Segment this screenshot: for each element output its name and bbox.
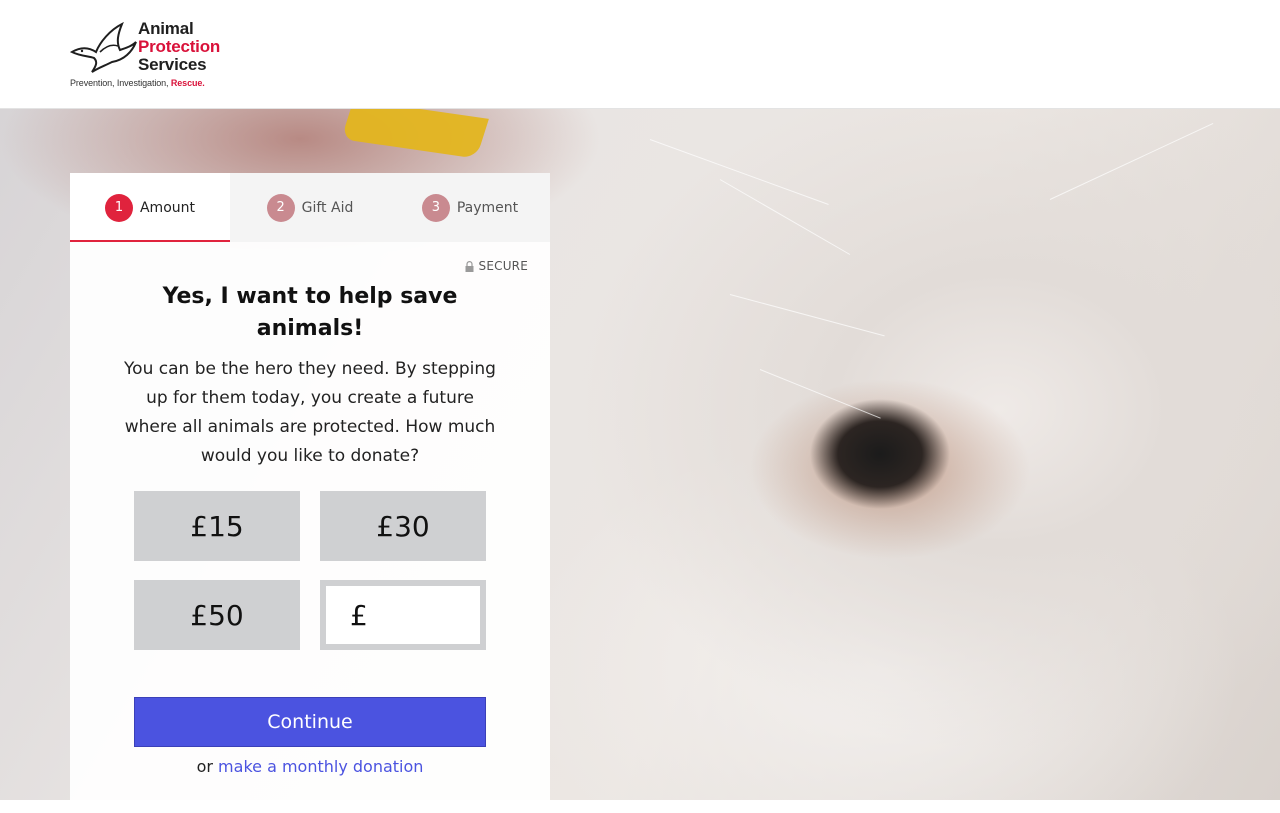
custom-amount-box: £: [326, 586, 480, 644]
step-number: 1: [104, 193, 133, 222]
donation-form-card: 1 Amount 2 Gift Aid 3 Payment SECURE Yes…: [70, 173, 550, 813]
ear-tag: [341, 109, 489, 159]
amount-option-15[interactable]: £15: [134, 491, 300, 561]
whisker: [719, 179, 851, 255]
logo-tagline: Prevention, Investigation, Rescue.: [70, 78, 205, 88]
whisker: [649, 139, 829, 205]
step-number: 3: [421, 193, 450, 222]
monthly-donation-prompt: or make a monthly donation: [70, 757, 550, 776]
step-progress: 1 Amount 2 Gift Aid 3 Payment: [70, 173, 550, 242]
tagline-prefix: Prevention, Investigation,: [70, 78, 171, 88]
tagline-rescue: Rescue.: [170, 78, 205, 88]
step-payment[interactable]: 3 Payment: [390, 173, 550, 242]
amount-option-50[interactable]: £50: [134, 580, 300, 650]
monthly-donation-link[interactable]: make a monthly donation: [218, 757, 423, 776]
secure-indicator: SECURE: [465, 259, 528, 273]
currency-symbol: £: [350, 598, 368, 632]
step-amount[interactable]: 1 Amount: [70, 173, 230, 242]
lock-icon: [465, 260, 474, 272]
logo[interactable]: Animal Protection Services Prevention, I…: [70, 20, 240, 90]
form-description: You can be the hero they need. By steppi…: [124, 359, 496, 466]
logo-line-protection: Protection: [138, 37, 221, 56]
dove-icon: [70, 22, 137, 73]
whisker: [729, 294, 885, 337]
step-label: Payment: [456, 199, 519, 216]
step-gift-aid[interactable]: 2 Gift Aid: [230, 173, 390, 242]
custom-amount-field: £: [320, 580, 486, 650]
step-label: Gift Aid: [301, 199, 354, 216]
whisker: [1049, 122, 1214, 200]
site-header: Animal Protection Services Prevention, I…: [0, 0, 1280, 109]
form-title: Yes, I want to help save animals!: [162, 284, 458, 341]
step-number: 2: [266, 193, 295, 222]
monthly-prefix: or: [196, 757, 213, 776]
custom-amount-input[interactable]: [376, 586, 476, 644]
step-label: Amount: [139, 199, 195, 216]
whisker: [759, 369, 881, 419]
logo-line-animal: Animal: [138, 19, 194, 38]
logo-line-services: Services: [138, 55, 207, 74]
amount-option-30[interactable]: £30: [320, 491, 486, 561]
logo-wordmark: Animal Protection Services: [138, 20, 220, 74]
continue-button[interactable]: Continue: [134, 697, 486, 747]
secure-label: SECURE: [478, 259, 528, 273]
